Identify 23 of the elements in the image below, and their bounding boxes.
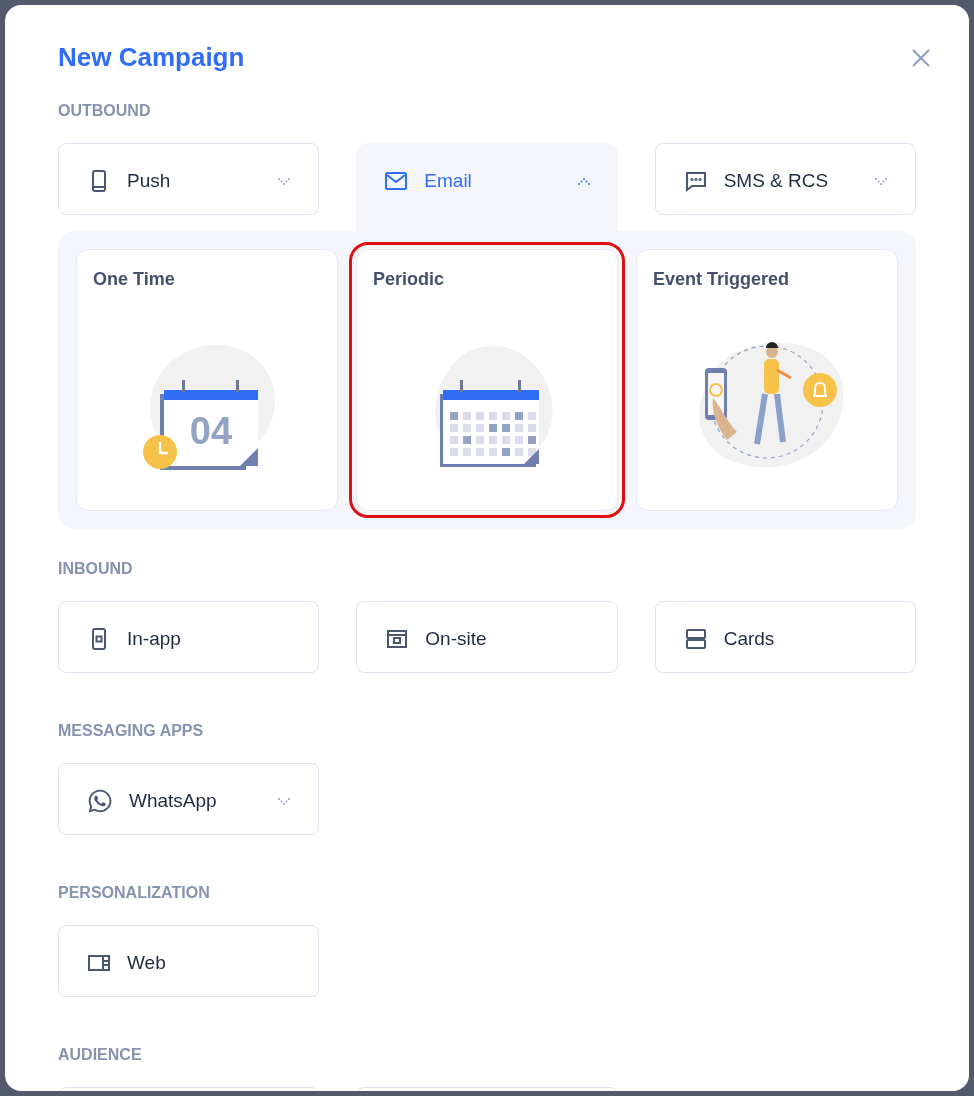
channel-option[interactable]: Email [356,143,618,231]
section-label: PERSONALIZATION [58,883,211,903]
cards-icon [683,627,708,652]
section-label: AUDIENCE [58,1045,143,1065]
campaign-type-card[interactable]: Event Triggered [636,249,898,511]
channel-option[interactable]: On-site [356,601,618,673]
section-label: MESSAGING APPS [58,721,205,741]
whatsapp-icon [87,788,113,815]
chat-icon [683,169,708,194]
channel-option[interactable]: WhatsApp [58,763,320,835]
section-label: OUTBOUND [58,101,152,121]
dialog-title: New Campaign [58,41,245,74]
section-label: INBOUND [58,559,134,579]
channel-option[interactable]: Push [58,143,320,215]
chevron-down-icon [278,797,291,805]
campaign-type-card[interactable]: One Time 04 [76,249,338,511]
chevron-up-icon [577,177,590,185]
channel-option[interactable]: SMS & RCS [654,143,916,215]
chevron-down-icon [278,177,291,185]
channel-option[interactable]: In-app [58,601,320,673]
chevron-down-icon [875,177,887,185]
channel-option[interactable]: Web [58,925,320,997]
channel-option[interactable]: Cards [654,601,916,673]
